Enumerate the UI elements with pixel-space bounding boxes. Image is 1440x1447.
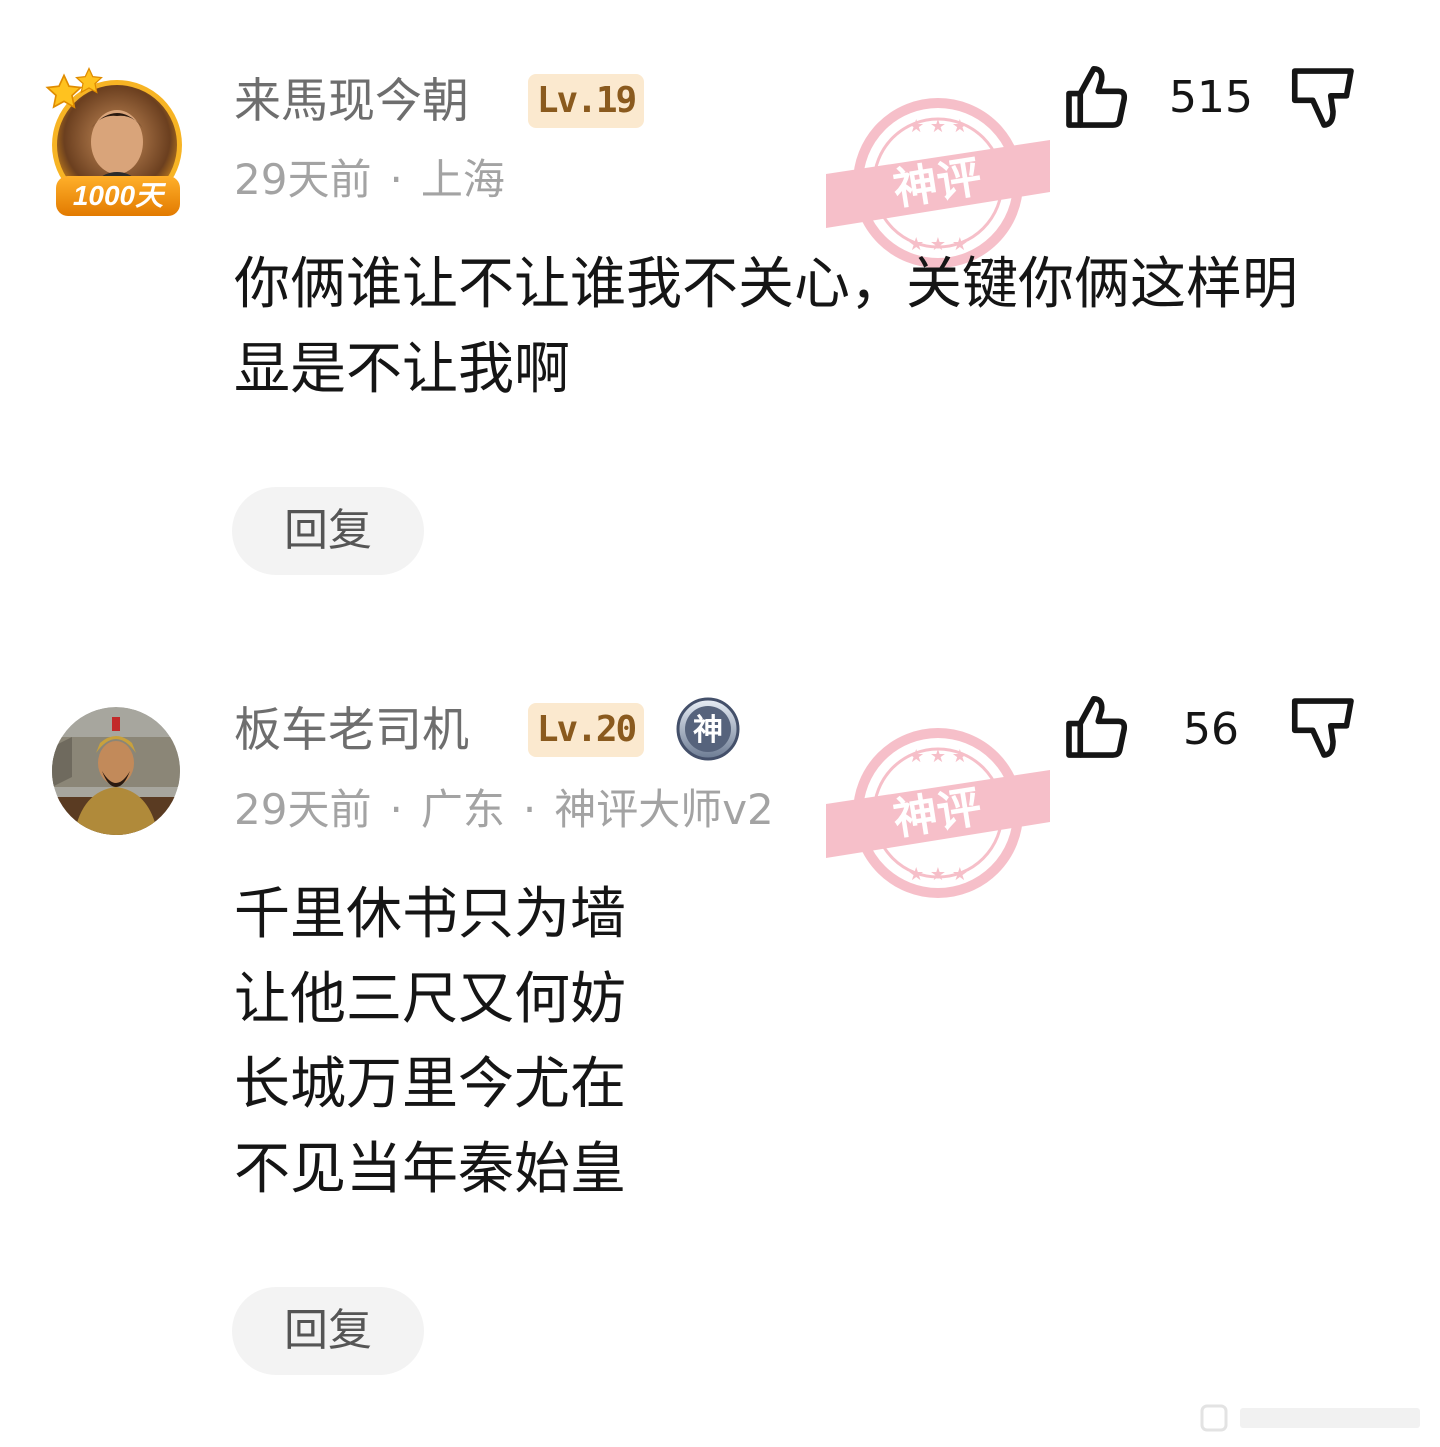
comment-meta: 29天前 · 广东 · 神评大师v2 [234, 785, 774, 834]
svg-text:神: 神 [693, 713, 723, 748]
comment-body: 你俩谁让不让谁我不关心，关键你俩这样明 显是不让我啊 [234, 242, 1394, 412]
dislike-button[interactable] [1288, 692, 1360, 764]
shen-badge-icon: 神 [676, 697, 740, 761]
username[interactable]: 板车老司机 [234, 703, 469, 759]
reply-button[interactable]: 回复 [232, 487, 424, 575]
like-button[interactable] [1060, 692, 1132, 764]
comment-body: 千里休书只为墙 让他三尺又何妨 长城万里今尤在 不见当年秦始皇 [234, 872, 1394, 1212]
comment-body-line: 让他三尺又何妨 [234, 967, 626, 1032]
comment-location: 上海 [420, 155, 505, 204]
thumbs-down-icon [1291, 68, 1354, 128]
avatar-badge: 1000天 [56, 176, 180, 216]
watermark [1200, 1400, 1428, 1436]
like-button[interactable] [1060, 62, 1132, 134]
svg-text:神评: 神评 [890, 781, 985, 845]
user-title: 神评大师v2 [554, 785, 774, 834]
comment-body-line: 不见当年秦始皇 [234, 1137, 626, 1202]
avatar[interactable] [52, 707, 180, 835]
comment-time: 29天前 [234, 155, 372, 204]
comment-time: 29天前 [234, 785, 372, 834]
comment-body-line: 长城万里今尤在 [234, 1052, 626, 1117]
comment-location: 广东 [420, 785, 505, 834]
thumbs-up-icon [1066, 695, 1128, 758]
thumbs-up-icon [1066, 65, 1128, 128]
svg-text:★ ★ ★: ★ ★ ★ [908, 116, 968, 137]
like-count: 515 [1169, 72, 1253, 123]
svg-text:★ ★ ★: ★ ★ ★ [908, 746, 968, 767]
star-icon [74, 66, 104, 96]
dislike-button[interactable] [1288, 62, 1360, 134]
thumbs-down-icon [1291, 698, 1354, 758]
level-badge: Lv.20 [528, 703, 644, 757]
comment-body-line: 千里休书只为墙 [234, 882, 626, 947]
level-badge: Lv.19 [528, 74, 644, 128]
comment-meta: 29天前 · 上海 [234, 155, 505, 204]
comment-body-line: 你俩谁让不让谁我不关心，关键你俩这样明 [234, 252, 1298, 317]
reply-button[interactable]: 回复 [232, 1287, 424, 1375]
like-count: 56 [1183, 704, 1239, 755]
comment-body-line: 显是不让我啊 [234, 337, 570, 402]
svg-text:神评: 神评 [890, 151, 985, 215]
username[interactable]: 来馬现今朝 [234, 74, 469, 130]
